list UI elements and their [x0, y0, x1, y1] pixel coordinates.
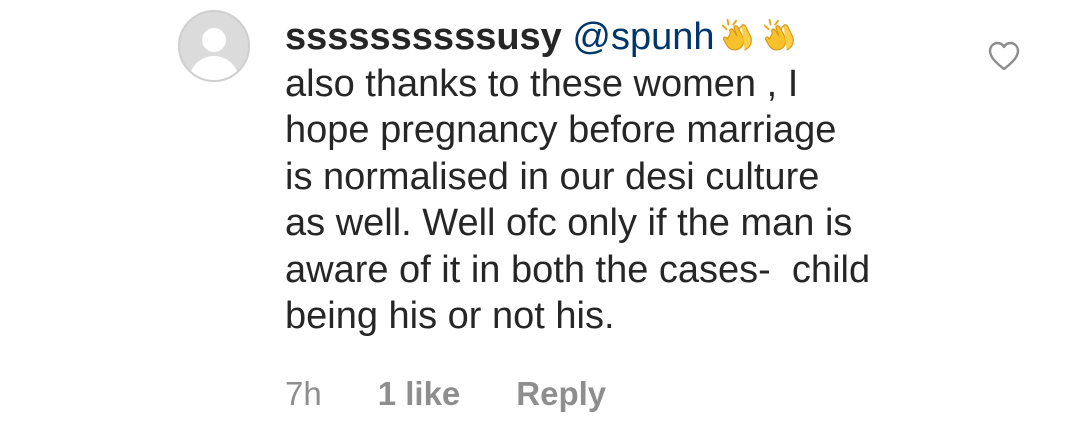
- avatar-shoulders-shape: [189, 56, 239, 80]
- heart-outline-icon[interactable]: [987, 40, 1021, 72]
- comment-text-line: being his or not his.: [285, 295, 615, 337]
- comment-mention[interactable]: @spunh: [572, 16, 714, 58]
- reply-button[interactable]: Reply: [516, 375, 606, 413]
- clapping-hands-icon: [721, 18, 752, 51]
- clapping-hands-icon: [763, 18, 794, 51]
- comment-text-line: hope pregnancy before marriage: [285, 109, 837, 151]
- comment-text-line: is normalised in our desi culture: [285, 155, 820, 198]
- avatar-head-shape: [202, 28, 226, 52]
- comment-timestamp: 7h: [285, 375, 322, 412]
- comment-text-line: as well. Well ofc only if the man is: [285, 202, 853, 244]
- comment-item: ssssssssssusy @spunh also thanks to thes…: [0, 0, 1080, 447]
- comment-header-line: ssssssssssusy @spunh: [285, 14, 975, 61]
- avatar[interactable]: [178, 10, 250, 82]
- comment-text-line: also thanks to these women , I: [285, 62, 799, 105]
- comment-likes-count[interactable]: 1 like: [378, 375, 461, 413]
- comment-text-line: aware of it in both the cases- child: [285, 248, 871, 291]
- comment-body: ssssssssssusy @spunh also thanks to thes…: [285, 14, 975, 340]
- comment-username[interactable]: ssssssssssusy: [285, 16, 562, 58]
- comment-footer: 7h 1 like Reply: [285, 372, 606, 416]
